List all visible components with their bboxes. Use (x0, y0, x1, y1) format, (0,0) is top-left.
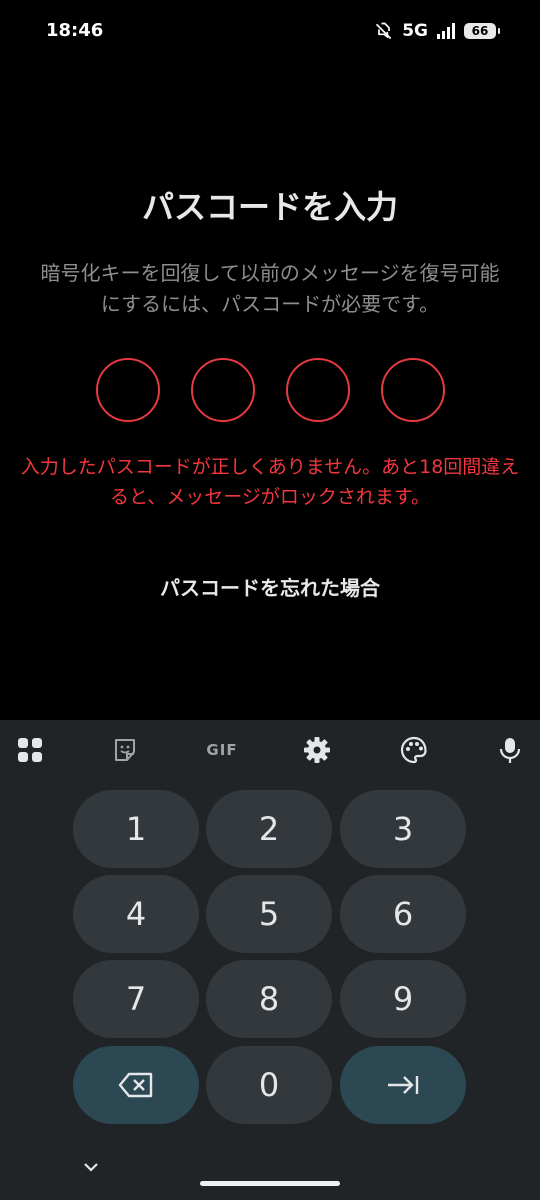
battery-indicator: 66 (464, 23, 500, 39)
status-icons: 5G 66 (374, 20, 500, 42)
passcode-dot (381, 358, 445, 422)
signal-icon (437, 23, 455, 39)
mute-icon (376, 22, 392, 40)
backspace-icon (118, 1072, 153, 1098)
key-3[interactable]: 3 (340, 790, 466, 868)
key-0[interactable]: 0 (206, 1046, 332, 1124)
key-2[interactable]: 2 (206, 790, 332, 868)
page-title: パスコードを入力 (141, 188, 398, 226)
network-type: 5G (402, 21, 428, 41)
key-9[interactable]: 9 (340, 960, 466, 1038)
tab-next-icon (388, 1076, 419, 1094)
key-5[interactable]: 5 (206, 875, 332, 953)
passcode-dots (96, 358, 445, 422)
passcode-dot (96, 358, 160, 422)
microphone-icon[interactable] (496, 736, 524, 764)
passcode-dot (191, 358, 255, 422)
gif-button[interactable]: GIF (204, 736, 240, 764)
sticker-icon[interactable] (111, 736, 139, 764)
passcode-dot (286, 358, 350, 422)
chevron-down-icon[interactable] (80, 1156, 102, 1178)
next-button[interactable] (340, 1046, 466, 1124)
status-time: 18:46 (46, 20, 104, 41)
key-7[interactable]: 7 (73, 960, 199, 1038)
keyboard-toolbar: GIF (0, 720, 540, 780)
key-8[interactable]: 8 (206, 960, 332, 1038)
key-1[interactable]: 1 (73, 790, 199, 868)
apps-grid-icon[interactable] (16, 736, 44, 764)
key-4[interactable]: 4 (73, 875, 199, 953)
home-indicator[interactable] (200, 1181, 340, 1186)
status-bar: 18:46 5G 66 (0, 0, 540, 62)
gear-icon[interactable] (303, 736, 331, 764)
backspace-button[interactable] (73, 1046, 199, 1124)
forgot-passcode-link[interactable]: パスコードを忘れた場合 (0, 572, 540, 601)
passcode-description: 暗号化キーを回復して以前のメッセージを復号可能にするには、パスコードが必要です。 (40, 261, 500, 316)
gif-label: GIF (206, 741, 238, 759)
error-message: 入力したパスコードが正しくありません。あと18回間違えると、メッセージがロックさ… (20, 456, 520, 508)
numeric-keyboard: GIF 1 2 3 4 5 6 7 8 9 0 (0, 720, 540, 1200)
palette-icon[interactable] (400, 736, 428, 764)
key-6[interactable]: 6 (340, 875, 466, 953)
